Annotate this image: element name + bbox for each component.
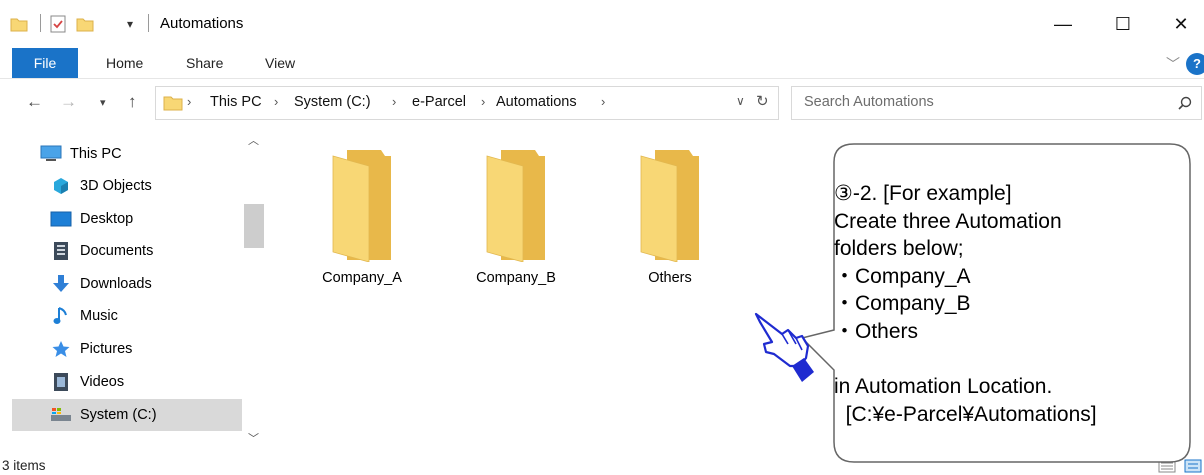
folder-icon xyxy=(640,150,699,262)
callout-line: folders below; xyxy=(834,237,964,261)
sidebar-item-this-pc[interactable]: This PC xyxy=(40,138,270,170)
documents-icon xyxy=(50,241,72,261)
folder-icon xyxy=(10,12,28,36)
new-folder-icon[interactable] xyxy=(76,12,94,36)
sidebar-item-label: Music xyxy=(80,308,118,324)
scroll-down-icon[interactable]: ﹀ xyxy=(248,430,259,446)
scrollbar-thumb[interactable] xyxy=(244,204,264,248)
pointing-hand-icon xyxy=(754,312,814,382)
callout-line: ・Company_A xyxy=(834,264,971,288)
breadcrumb-separator: › xyxy=(392,94,397,109)
tab-file[interactable]: File xyxy=(12,48,78,78)
sidebar-item-pictures[interactable]: Pictures xyxy=(50,333,280,365)
separator xyxy=(40,14,41,32)
folder-icon xyxy=(332,150,391,262)
callout-text: ③-2. [For example] Create three Automatio… xyxy=(834,180,1097,428)
breadcrumb-this-pc[interactable]: This PC xyxy=(210,94,262,110)
close-button[interactable]: ✕ xyxy=(1158,8,1204,40)
folder-icon xyxy=(163,96,183,111)
breadcrumb-automations[interactable]: Automations xyxy=(496,94,577,110)
address-dropdown-icon[interactable]: ∨ xyxy=(736,94,745,108)
title-bar: ▾ Automations — ☐ ✕ xyxy=(0,0,1204,48)
expand-ribbon-icon[interactable]: ﹀ xyxy=(1166,54,1180,74)
sidebar-item-label: Videos xyxy=(80,374,125,390)
music-icon xyxy=(50,306,72,326)
back-icon[interactable]: ← xyxy=(26,92,43,112)
sidebar-item-label: System (C:) xyxy=(80,407,157,423)
sidebar-item-label: 3D Objects xyxy=(80,178,152,194)
sidebar-item-downloads[interactable]: Downloads xyxy=(50,268,280,300)
tab-home[interactable]: Home xyxy=(106,48,143,78)
breadcrumb-separator: › xyxy=(481,94,486,109)
folder-label: Others xyxy=(648,270,692,286)
window-title: Automations xyxy=(160,15,244,32)
item-count: 3 items xyxy=(2,458,46,473)
callout-line: in Automation Location. xyxy=(834,375,1053,399)
sidebar-item-videos[interactable]: Videos xyxy=(50,366,280,398)
minimize-button[interactable]: — xyxy=(1040,8,1086,40)
folder-item-company-a[interactable]: Company_A xyxy=(302,150,422,286)
callout-line xyxy=(834,346,1097,374)
folder-label: Company_B xyxy=(476,270,556,286)
downloads-icon xyxy=(50,274,72,294)
up-icon[interactable]: ↑ xyxy=(128,92,137,112)
desktop-icon xyxy=(50,209,72,229)
sidebar-item-label: Desktop xyxy=(80,211,134,227)
scroll-up-icon[interactable]: ︿ xyxy=(248,132,259,148)
folder-item-others[interactable]: Others xyxy=(610,150,730,286)
sidebar-item-label: Documents xyxy=(80,243,154,259)
callout-line: [C:¥e-Parcel¥Automations] xyxy=(834,402,1097,426)
folder-icon xyxy=(486,150,545,262)
customize-toolbar-icon[interactable]: ▾ xyxy=(127,12,133,36)
search-input[interactable]: Search Automations xyxy=(804,94,934,110)
folder-item-company-b[interactable]: Company_B xyxy=(456,150,576,286)
breadcrumb-separator: › xyxy=(601,94,606,109)
sidebar-item-label: Downloads xyxy=(80,276,152,292)
tab-share[interactable]: Share xyxy=(186,48,223,78)
search-box[interactable]: Search Automations xyxy=(791,86,1202,120)
callout-line: ・Others xyxy=(834,319,919,343)
help-icon[interactable]: ? xyxy=(1186,53,1204,75)
breadcrumb-separator: › xyxy=(187,94,192,109)
refresh-icon[interactable]: ↻ xyxy=(756,92,769,110)
search-icon[interactable] xyxy=(1178,96,1192,110)
folder-label: Company_A xyxy=(322,270,402,286)
sidebar-item-label: Pictures xyxy=(80,341,133,357)
sidebar-item-music[interactable]: Music xyxy=(50,300,280,332)
breadcrumb-system-c[interactable]: System (C:) xyxy=(294,94,371,110)
maximize-button[interactable]: ☐ xyxy=(1100,8,1146,40)
callout-line: ③-2. [For example] xyxy=(834,182,1012,205)
properties-icon[interactable] xyxy=(50,12,66,36)
sidebar-item-label: This PC xyxy=(70,146,122,162)
videos-icon xyxy=(50,372,72,392)
tab-view[interactable]: View xyxy=(265,48,295,78)
callout-line: ・Company_B xyxy=(834,292,971,316)
3d-objects-icon xyxy=(50,176,72,196)
pictures-icon xyxy=(50,339,72,359)
forward-icon[interactable]: → xyxy=(60,92,77,112)
breadcrumb-e-parcel[interactable]: e-Parcel xyxy=(412,94,466,110)
this-pc-icon xyxy=(40,144,62,164)
separator xyxy=(148,14,149,32)
callout-line: Create three Automation xyxy=(834,209,1062,233)
sidebar-item-system-c[interactable]: System (C:) xyxy=(12,399,242,431)
navigation-pane: This PC 3D Objects Desktop Documents Dow… xyxy=(0,130,265,455)
address-bar[interactable]: › This PC › System (C:) › e-Parcel › Aut… xyxy=(155,86,779,120)
ribbon-tabs: File Home Share View ﹀ ? xyxy=(0,48,1204,79)
breadcrumb-separator: › xyxy=(274,94,279,109)
recent-locations-icon[interactable]: ▾ xyxy=(100,96,106,109)
address-row: ← → ▾ ↑ › This PC › System (C:) › e-Parc… xyxy=(0,84,1204,120)
sidebar-item-3d-objects[interactable]: 3D Objects xyxy=(50,170,280,202)
drive-icon xyxy=(50,405,72,425)
